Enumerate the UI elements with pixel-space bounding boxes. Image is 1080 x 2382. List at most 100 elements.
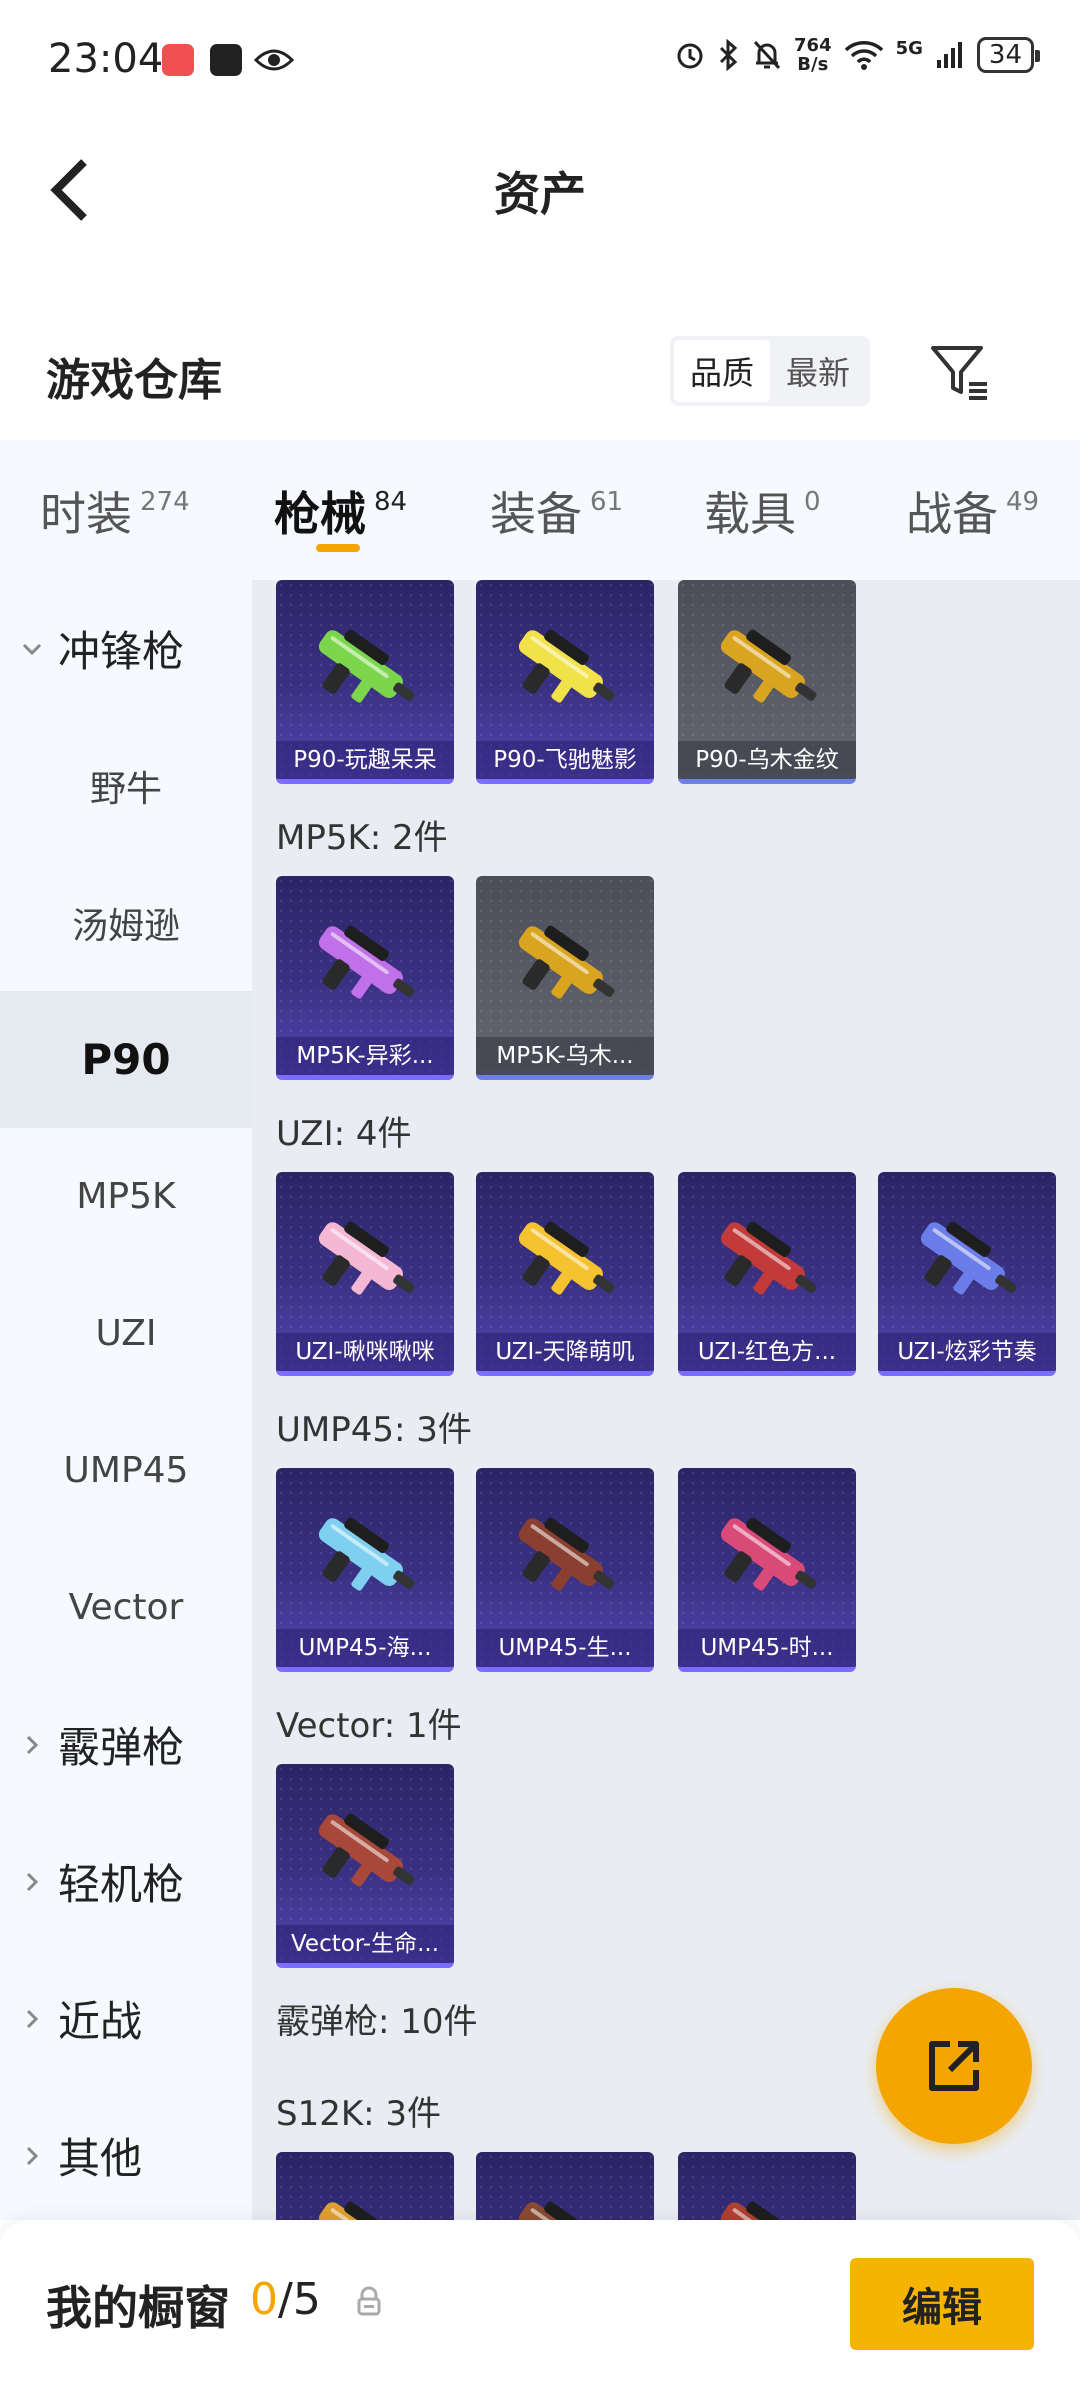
tab-equipment[interactable]: 装备 61 [490,478,623,544]
group-label: UMP45: 3件 [276,1410,472,1450]
gun-skin-name: Vector-生命... [276,1925,454,1963]
sort-toggle: 品质 最新 [670,336,870,406]
tab-vehicles[interactable]: 载具 0 [704,478,821,544]
sidebar-item[interactable]: 其他 [0,2087,252,2224]
active-tab-indicator [316,544,360,552]
gun-skin-icon [720,2201,805,2220]
gun-skin-icon [518,1517,615,1591]
gun-skin-name: UMP45-生... [476,1629,654,1667]
sidebar-item-label: 汤姆逊 [71,905,180,947]
sort-newest-button[interactable]: 最新 [770,340,866,402]
gun-skin-card[interactable]: UZI-炫彩节奏 [878,1172,1056,1376]
chevron-right-icon [26,1735,39,1754]
sidebar-item-label: 霰弹枪 [58,1723,185,1772]
sidebar-item[interactable]: 汤姆逊 [0,854,252,991]
gun-skin-icon [720,1221,817,1295]
gun-skin-card[interactable]: P90-乌木金纹 [678,580,856,784]
sidebar-item[interactable]: Vector [0,1539,252,1676]
sidebar-item[interactable]: 冲锋枪 [0,580,252,717]
gun-skin-name: P90-玩趣呆呆 [276,741,454,779]
gun-skin-icon [518,629,615,703]
eye-icon [254,49,294,71]
sidebar-item-label: MP5K [76,1176,176,1217]
edit-button[interactable]: 编辑 [850,2258,1034,2350]
chevron-down-icon [22,643,42,655]
wifi-icon [844,41,883,70]
gun-skin-name: MP5K-乌木... [476,1037,654,1075]
sidebar-item-label: 其他 [58,2134,143,2183]
page-title: 资产 [494,167,586,221]
showcase-count: 0/5 [250,2274,321,2325]
item-grid: P90-玩趣呆呆 P90-飞驰魅影 P90-乌木金纹 MP5K: 2件 MP5K-异彩.… [252,580,1080,2220]
group-label: MP5K: 2件 [276,818,448,858]
gun-skin-card[interactable]: P90-飞驰魅影 [476,580,654,784]
category-tabs: 时装 274 枪械 84 装备 61 载具 0 战备 49 [0,440,1080,580]
battery-indicator: 34 [976,37,1041,73]
sidebar-item-label: P90 [81,1035,171,1084]
sidebar-item-label: 轻机枪 [58,1860,185,1909]
alarm-icon [677,43,703,69]
tab-firearms[interactable]: 枪械 84 [274,478,407,544]
gun-skin-icon [318,2201,403,2220]
status-time: 23:04 [48,36,164,82]
gun-skin-icon [920,1221,1017,1295]
signal-icon [936,42,962,68]
sidebar-item[interactable]: UMP45 [0,1402,252,1539]
sidebar-item-label: UZI [95,1313,157,1354]
gun-skin-icon [518,925,615,999]
app-header: 资产 [0,124,1080,254]
gun-skin-card[interactable]: UMP45-海... [276,1468,454,1672]
sort-quality-button[interactable]: 品质 [674,340,770,402]
showcase-bar: 我的橱窗 0/5 编辑 [0,2220,1080,2382]
weapon-category-sidebar: 冲锋枪野牛汤姆逊 P90 MP5K UZI UMP45 Vector 霰弹枪轻机枪近战其他 [0,580,252,2220]
status-icons: 764 B/s 5G 34 [674,36,1041,74]
sidebar-item[interactable]: MP5K [0,1128,252,1265]
warehouse-title: 游戏仓库 [46,355,222,406]
gun-skin-name: UZI-红色方... [678,1333,856,1371]
gun-skin-icon [318,629,415,703]
gun-skin-card[interactable] [476,2152,654,2220]
soul-app-icon [210,44,242,76]
share-button[interactable] [876,1988,1032,2144]
gun-skin-name: MP5K-异彩... [276,1037,454,1075]
sidebar-item[interactable]: P90 [0,991,252,1128]
gun-skin-icon [518,2201,603,2220]
sidebar-item-label: Vector [68,1587,184,1628]
sidebar-item-label: 野牛 [89,768,162,810]
tab-combat-gear[interactable]: 战备 49 [906,478,1039,544]
chevron-right-icon [26,1872,39,1891]
sidebar-item[interactable]: 霰弹枪 [0,1676,252,1813]
sidebar-item[interactable]: UZI [0,1265,252,1402]
gun-skin-name: UMP45-时... [678,1629,856,1667]
gun-skin-card[interactable]: UMP45-时... [678,1468,856,1672]
bluetooth-icon [719,39,738,71]
sidebar-item-label: 近战 [58,1997,143,2046]
sidebar-item[interactable]: 轻机枪 [0,1813,252,1950]
sidebar-item[interactable]: 近战 [0,1950,252,2087]
gun-skin-card[interactable]: UZI-天降萌叽 [476,1172,654,1376]
gun-skin-card[interactable]: UMP45-生... [476,1468,654,1672]
gun-skin-card[interactable]: MP5K-异彩... [276,876,454,1080]
group-label: UZI: 4件 [276,1114,412,1154]
tab-fashion[interactable]: 时装 274 [40,478,190,544]
filter-icon [931,346,987,400]
showcase-title: 我的橱窗 [46,2281,230,2335]
gun-skin-icon [720,1517,817,1591]
group-label: 霰弹枪: 10件 [276,2002,478,2042]
gun-skin-card[interactable]: UZI-啾咪啾咪 [276,1172,454,1376]
status-bar: 23:04 764 B/s 5G 34 [0,0,1080,124]
sidebar-item[interactable]: 野牛 [0,717,252,854]
group-label: S12K: 3件 [276,2094,442,2134]
gun-skin-card[interactable]: Vector-生命... [276,1764,454,1968]
gun-skin-name: UZI-天降萌叽 [476,1333,654,1371]
gun-skin-name: UZI-啾咪啾咪 [276,1333,454,1371]
gun-skin-icon [318,1517,415,1591]
gun-skin-card[interactable] [276,2152,454,2220]
filter-button[interactable] [920,336,1000,408]
gun-skin-card[interactable]: MP5K-乌木... [476,876,654,1080]
share-export-icon [929,2041,979,2091]
gun-skin-card[interactable]: P90-玩趣呆呆 [276,580,454,784]
gun-skin-card[interactable]: UZI-红色方... [678,1172,856,1376]
gun-skin-card[interactable] [678,2152,856,2220]
network-type: 5G [895,38,923,59]
